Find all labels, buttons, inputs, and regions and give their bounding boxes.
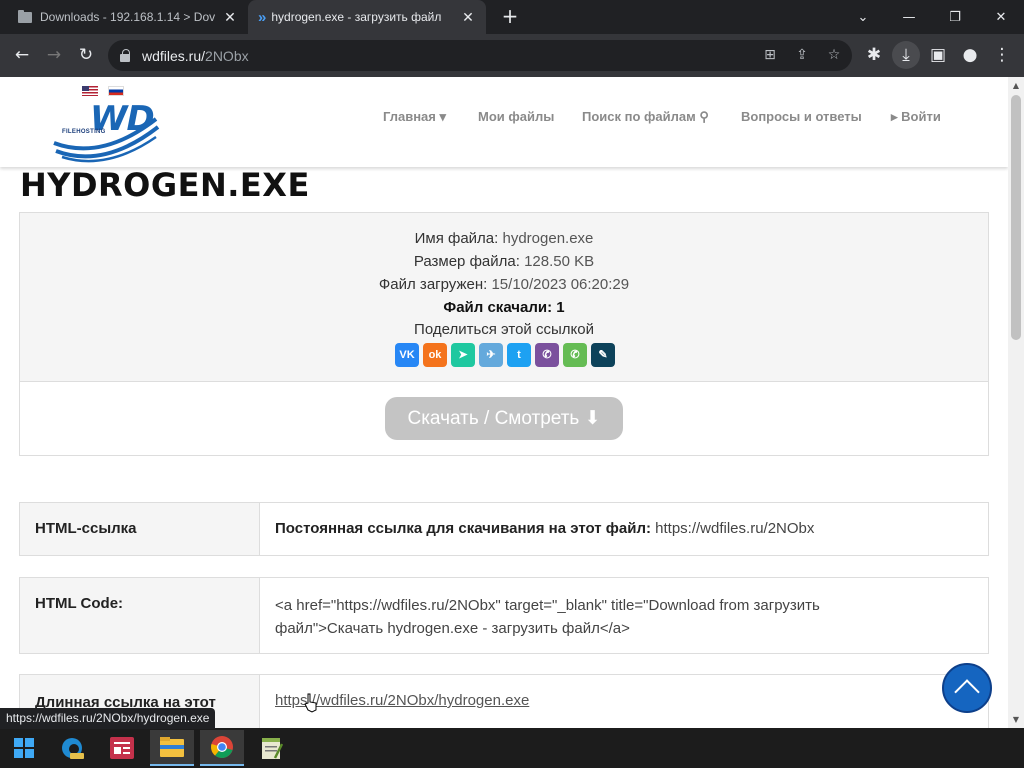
translate-icon[interactable]: ⊞	[760, 45, 780, 65]
site-favicon-icon: »	[258, 8, 267, 26]
notepad-app[interactable]	[250, 730, 294, 766]
share-label: Поделиться этой ссылкой	[414, 321, 594, 338]
nav-file-search[interactable]: Поиск по файлам ⚲	[582, 109, 709, 125]
close-icon[interactable]: ✕	[222, 9, 238, 26]
tab-title: Downloads - 192.168.1.14 > Dov	[40, 10, 216, 24]
file-info-panel: Имя файла: hydrogen.exe Размер файла: 12…	[20, 213, 988, 382]
scroll-down-icon[interactable]: ▼	[1011, 715, 1021, 724]
folder-icon	[18, 9, 32, 23]
nav-faq[interactable]: Вопросы и ответы	[741, 109, 862, 124]
link-status-bubble: https://wdfiles.ru/2NObx/hydrogen.exe	[0, 708, 216, 729]
chrome-icon	[211, 736, 233, 758]
url-text: wdfiles.ru/2NObx	[142, 47, 249, 64]
odnoklassniki-icon[interactable]: ok	[423, 343, 447, 367]
side-panel-icon[interactable]: ▣	[924, 41, 952, 69]
nav-home[interactable]: Главная ▾	[383, 109, 446, 125]
file-explorer-icon	[160, 737, 184, 757]
long-link-value[interactable]: https://wdfiles.ru/2NObx/hydrogen.exe	[260, 675, 988, 728]
extensions-icon[interactable]: ✱	[860, 41, 888, 69]
page-title: HYDROGEN.EXE	[20, 166, 310, 204]
profile-icon[interactable]: ●	[956, 41, 984, 69]
back-button[interactable]: ←	[8, 41, 36, 69]
file-size-line: Размер файла: 128.50 KB	[413, 253, 595, 270]
bookmark-star-icon[interactable]: ☆	[824, 45, 844, 65]
tab-search-icon[interactable]: ⌄	[840, 0, 886, 34]
file-name-line: Имя файла: hydrogen.exe	[414, 230, 594, 247]
site-logo[interactable]: WD FILEHOSTING	[52, 99, 162, 165]
news-app[interactable]	[100, 730, 144, 766]
taskbar	[0, 728, 1024, 768]
telegram-icon[interactable]: ✈	[479, 343, 503, 367]
logo-subtext: FILEHOSTING	[62, 129, 106, 135]
download-icon: ⬇	[584, 408, 601, 429]
new-tab-button[interactable]: +	[498, 4, 522, 28]
page-scrollbar[interactable]: ▲ ▼	[1008, 77, 1024, 728]
hand-cursor-icon	[304, 693, 317, 713]
windows-icon	[14, 738, 34, 758]
vk-icon[interactable]: VK	[395, 343, 419, 367]
page-viewport: WD FILEHOSTING Главная ▾ Мои файлы Поиск…	[0, 77, 1008, 728]
html-code-value[interactable]: <a href="https://wdfiles.ru/2NObx" targe…	[260, 578, 988, 653]
scrollbar-thumb[interactable]	[1011, 95, 1021, 340]
chrome-app[interactable]	[200, 730, 244, 766]
tab-hydrogen[interactable]: » hydrogen.exe - загрузить файл ✕	[248, 0, 486, 34]
notepad-icon	[262, 738, 283, 759]
scroll-up-icon[interactable]: ▲	[1011, 81, 1021, 90]
send-icon[interactable]: ➤	[451, 343, 475, 367]
download-icon[interactable]: ⤓	[892, 41, 920, 69]
scroll-to-top-button[interactable]	[942, 663, 992, 713]
file-uploaded-line: Файл загружен: 15/10/2023 06:20:29	[378, 276, 630, 293]
start-button[interactable]	[2, 730, 46, 766]
minimize-button[interactable]: —	[886, 0, 932, 34]
nav-login[interactable]: ▸ Войти	[891, 109, 941, 125]
forward-button[interactable]: →	[40, 41, 68, 69]
html-link-value[interactable]: Постоянная ссылка для скачивания на этот…	[260, 503, 988, 555]
tab-strip: Downloads - 192.168.1.14 > Dov ✕ » hydro…	[0, 0, 1024, 34]
lock-icon	[120, 48, 130, 62]
russian-flag-icon[interactable]	[108, 86, 124, 96]
address-bar[interactable]: wdfiles.ru/2NObx ⊞ ⇪ ☆	[108, 40, 852, 71]
tab-downloads[interactable]: Downloads - 192.168.1.14 > Dov ✕	[8, 0, 248, 34]
whatsapp-icon[interactable]: ✆	[563, 343, 587, 367]
reload-button[interactable]: ↻	[72, 41, 100, 69]
viber-icon[interactable]: ✆	[535, 343, 559, 367]
language-flags	[82, 86, 124, 96]
news-icon	[110, 737, 134, 759]
file-info-box: Имя файла: hydrogen.exe Размер файла: 12…	[19, 212, 989, 456]
browser-toolbar: ← → ↻ wdfiles.ru/2NObx ⊞ ⇪ ☆ ✱ ⤓ ▣ ● ⋮	[0, 34, 1024, 77]
download-button[interactable]: Скачать / Смотреть ⬇	[385, 397, 623, 440]
restore-button[interactable]: ❐	[932, 0, 978, 34]
share-buttons: VK ok ➤ ✈ t ✆ ✆ ✎	[395, 343, 615, 367]
edge-icon	[62, 738, 84, 759]
english-flag-icon[interactable]	[82, 86, 98, 96]
edge-dev-app[interactable]	[50, 730, 94, 766]
close-icon[interactable]: ✕	[460, 9, 476, 26]
html-link-label: HTML-ссылка	[20, 503, 260, 555]
download-count: Файл скачали: 1	[443, 299, 565, 316]
site-header: WD FILEHOSTING Главная ▾ Мои файлы Поиск…	[0, 77, 1008, 167]
html-code-label: HTML Code:	[20, 578, 260, 653]
livejournal-icon[interactable]: ✎	[591, 343, 615, 367]
menu-icon[interactable]: ⋮	[988, 41, 1016, 69]
tab-title: hydrogen.exe - загрузить файл	[271, 10, 442, 24]
html-code-row: HTML Code: <a href="https://wdfiles.ru/2…	[19, 577, 989, 654]
nav-my-files[interactable]: Мои файлы	[478, 109, 554, 124]
html-link-row: HTML-ссылка Постоянная ссылка для скачив…	[19, 502, 989, 556]
close-window-button[interactable]: ✕	[978, 0, 1024, 34]
twitter-icon[interactable]: t	[507, 343, 531, 367]
share-icon[interactable]: ⇪	[792, 45, 812, 65]
search-icon: ⚲	[699, 109, 709, 124]
file-explorer-app[interactable]	[150, 730, 194, 766]
